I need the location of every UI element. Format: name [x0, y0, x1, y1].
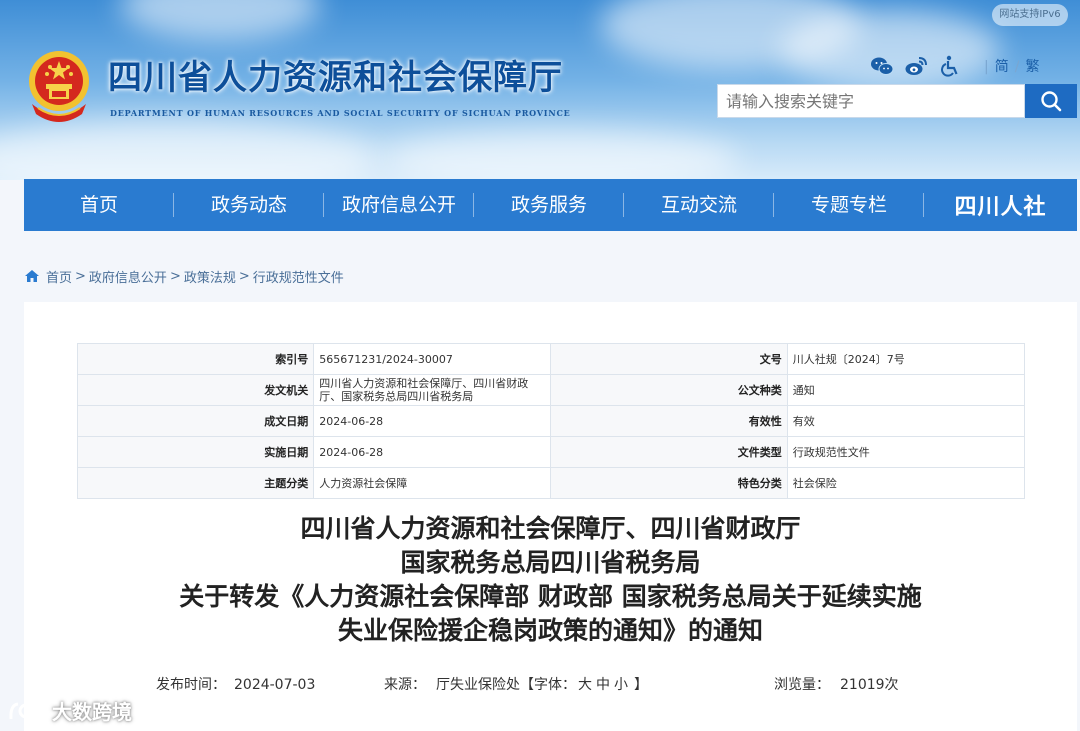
- site-title[interactable]: 四川省人力资源和社会保障厅: [108, 50, 563, 99]
- breadcrumb-home[interactable]: 首页: [46, 267, 72, 286]
- meta-value: 565671231/2024-30007: [313, 343, 552, 375]
- table-row: 实施日期 2024-06-28 文件类型 行政规范性文件: [76, 436, 1026, 468]
- document-meta-table: 索引号 565671231/2024-30007 文号 川人社规〔2024〕7号…: [76, 343, 1026, 499]
- accessibility-icon[interactable]: [938, 54, 962, 78]
- document-title-line: 四川省人力资源和社会保障厅、四川省财政厅: [300, 514, 801, 543]
- meta-value: 通知: [786, 374, 1026, 406]
- meta-value: 四川省人力资源和社会保障厅、四川省财政厅、国家税务总局四川省税务局: [313, 374, 552, 406]
- meta-key: 发文机关: [76, 374, 315, 406]
- table-row: 索引号 565671231/2024-30007 文号 川人社规〔2024〕7号: [76, 343, 1026, 375]
- source-and-font: 来源： 厅失业保险处【字体：大中小】: [384, 677, 648, 693]
- meta-value: 2024-06-28: [313, 405, 552, 437]
- top-icons: [870, 54, 972, 78]
- nav-services[interactable]: 政务服务: [474, 179, 624, 231]
- breadcrumb-gov-info[interactable]: 政府信息公开: [89, 267, 167, 286]
- meta-key: 索引号: [76, 343, 315, 375]
- document-title: 四川省人力资源和社会保障厅、四川省财政厅 国家税务总局四川省税务局 关于转发《人…: [24, 512, 1077, 648]
- search-box: [717, 84, 1025, 118]
- ipv6-badge: 网站支持IPv6: [992, 4, 1068, 26]
- nav-home[interactable]: 首页: [24, 179, 174, 231]
- document-title-line: 关于转发《人力资源社会保障部 财政部 国家税务总局关于延续实施: [179, 582, 922, 611]
- meta-value: 社会保险: [786, 467, 1026, 499]
- main-nav: 首页 政务动态 政府信息公开 政务服务 互动交流 专题专栏 四川人社: [24, 179, 1077, 231]
- view-count: 浏览量： 21019次: [774, 677, 899, 693]
- source-name: 厅失业保险处: [436, 677, 520, 693]
- meta-value: 2024-06-28: [313, 436, 552, 468]
- meta-key: 文件类型: [550, 436, 788, 468]
- meta-value: 有效: [786, 405, 1026, 437]
- meta-key: 主题分类: [76, 467, 315, 499]
- publish-date: 发布时间： 2024-07-03: [156, 677, 316, 693]
- meta-value: 行政规范性文件: [786, 436, 1026, 468]
- search-icon: [1041, 91, 1062, 112]
- table-row: 发文机关 四川省人力资源和社会保障厅、四川省财政厅、国家税务总局四川省税务局 公…: [76, 374, 1026, 406]
- search-button[interactable]: [1025, 84, 1077, 118]
- article-panel: 索引号 565671231/2024-30007 文号 川人社规〔2024〕7号…: [24, 302, 1077, 731]
- table-row: 主题分类 人力资源社会保障 特色分类 社会保险: [76, 467, 1026, 499]
- national-emblem-icon: [29, 51, 89, 122]
- font-size-small[interactable]: 小: [614, 677, 628, 693]
- breadcrumb: 首页 > 政府信息公开 > 政策法规 > 行政规范性文件: [24, 266, 344, 286]
- home-icon: [25, 270, 39, 282]
- table-row: 成文日期 2024-06-28 有效性 有效: [76, 405, 1026, 437]
- document-title-line: 国家税务总局四川省税务局: [400, 548, 701, 577]
- meta-key: 实施日期: [76, 436, 315, 468]
- breadcrumb-normative-docs[interactable]: 行政规范性文件: [253, 267, 344, 286]
- meta-key: 有效性: [550, 405, 788, 437]
- document-title-line: 失业保险援企稳岗政策的通知》的通知: [337, 616, 763, 645]
- meta-value: 人力资源社会保障: [313, 467, 552, 499]
- nav-interaction[interactable]: 互动交流: [624, 179, 774, 231]
- meta-key: 成文日期: [76, 405, 315, 437]
- nav-topics[interactable]: 专题专栏: [774, 179, 924, 231]
- site-header: 网站支持IPv6 四川省人力资源和社会保障厅 DEPARTMENT OF HUM…: [0, 0, 1080, 180]
- nav-brand-sichuan-renshe[interactable]: 四川人社: [924, 179, 1077, 231]
- meta-key: 公文种类: [550, 374, 788, 406]
- search-input[interactable]: [718, 85, 1024, 117]
- meta-value: 川人社规〔2024〕7号: [786, 343, 1026, 375]
- watermark: 大数跨境: [8, 696, 132, 725]
- meta-key: 特色分类: [550, 467, 788, 499]
- weibo-icon[interactable]: [904, 54, 928, 78]
- lang-traditional[interactable]: 繁: [1025, 59, 1039, 75]
- nav-news[interactable]: 政务动态: [174, 179, 324, 231]
- breadcrumb-policy[interactable]: 政策法规: [184, 267, 236, 286]
- lang-simplified[interactable]: 简: [995, 59, 1009, 75]
- nav-gov-info[interactable]: 政府信息公开: [324, 179, 474, 231]
- wechat-icon[interactable]: [870, 54, 894, 78]
- site-subtitle: DEPARTMENT OF HUMAN RESOURCES AND SOCIAL…: [110, 108, 571, 118]
- meta-key: 文号: [550, 343, 788, 375]
- font-size-medium[interactable]: 中: [596, 677, 610, 693]
- font-size-large[interactable]: 大: [578, 677, 592, 693]
- language-switch: | 简 / 繁: [984, 59, 1040, 75]
- watermark-logo-icon: [9, 702, 47, 719]
